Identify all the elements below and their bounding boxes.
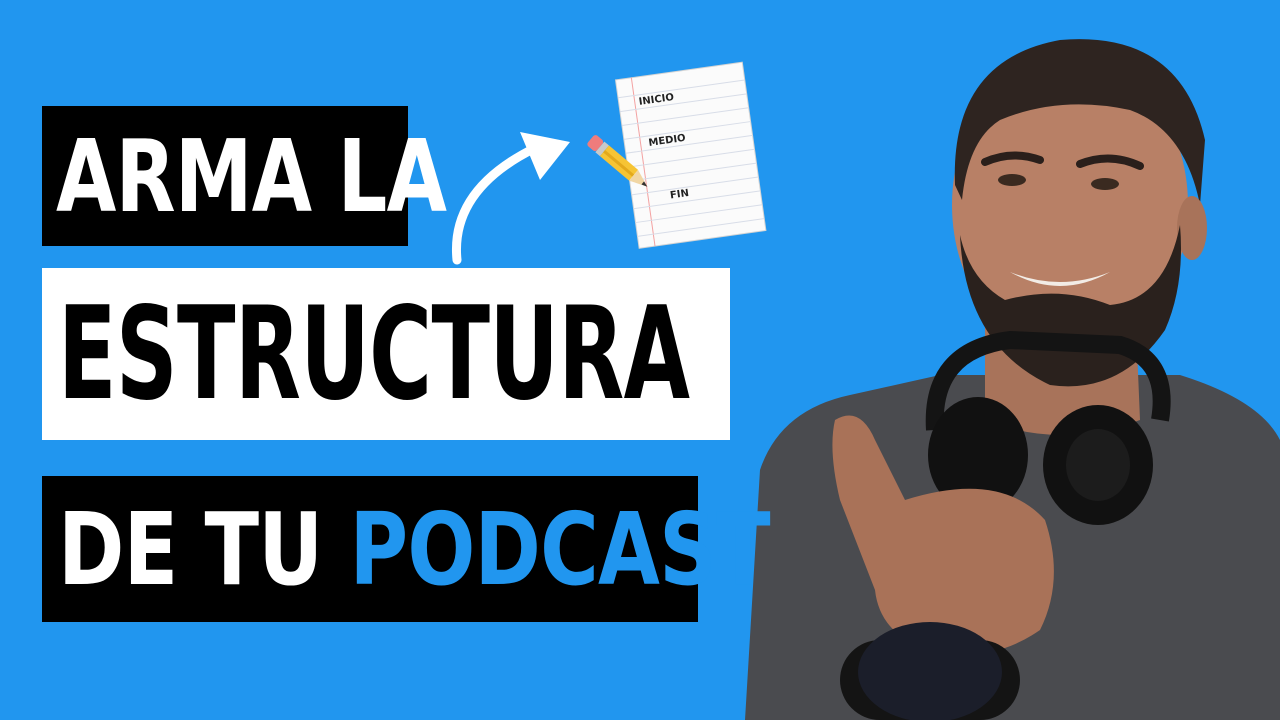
headline-line-3-text: DE TU PODCAST <box>58 490 771 608</box>
headline-line-3: DE TU PODCAST <box>42 476 771 622</box>
headline-line-2-text: ESTRUCTURA <box>58 279 690 429</box>
headline-line-3-prefix: DE TU <box>58 490 323 608</box>
pencil-icon <box>587 135 648 187</box>
headline-line-3-highlight: PODCAST <box>349 490 771 608</box>
headline-line-1: ARMA LA <box>42 106 447 246</box>
thumbnail-canvas: INICIO MEDIO FIN ARMA LA ESTRUCTURA DE T… <box>0 0 1280 720</box>
headline-line-1-text: ARMA LA <box>56 117 447 235</box>
headline-line-2: ESTRUCTURA <box>42 268 730 440</box>
